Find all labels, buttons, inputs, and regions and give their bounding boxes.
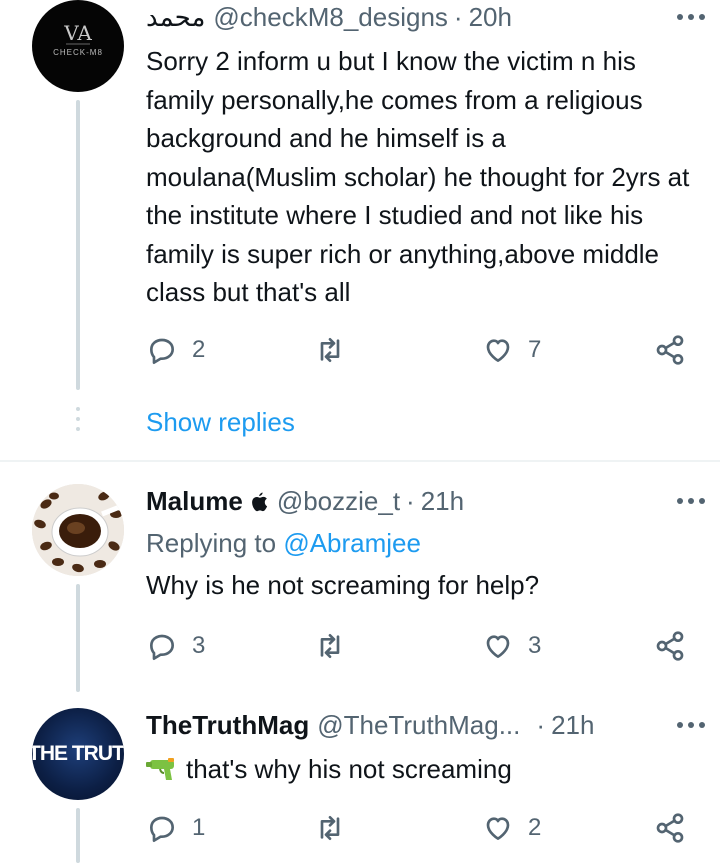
like-icon (486, 339, 510, 362)
share-icon (656, 335, 684, 365)
reply-count: 2 (192, 336, 206, 363)
reply-count: 3 (192, 632, 206, 659)
handle[interactable]: @TheTruthMag... (317, 710, 520, 741)
retweet-icon (320, 634, 340, 658)
tweet-2[interactable]: Malume @bozzie_t · 21h Replying to @Abra… (0, 484, 720, 694)
like-button[interactable]: 3 (482, 626, 541, 666)
tweet-body: that's why his not screaming (146, 750, 702, 789)
retweet-button[interactable] (314, 330, 360, 370)
reply-icon (150, 338, 174, 364)
retweet-icon (320, 816, 340, 840)
avatar[interactable] (32, 484, 124, 576)
tweet-text: Sorry 2 inform u but I know the victim n… (146, 46, 690, 307)
tweet-1[interactable]: VA CHECK-M8 محمد @checkM8_designs · 20h … (0, 0, 720, 460)
svg-text:VA: VA (63, 21, 92, 45)
water-gun-icon (146, 758, 174, 780)
retweet-button[interactable] (314, 808, 360, 848)
retweet-button[interactable] (314, 626, 360, 666)
handle[interactable]: @checkM8_designs (213, 2, 448, 33)
share-button[interactable] (654, 330, 686, 370)
like-icon (486, 817, 510, 840)
share-icon (656, 631, 684, 661)
like-count: 2 (528, 814, 542, 841)
timestamp[interactable]: 21h (551, 710, 594, 741)
timestamp[interactable]: 21h (421, 486, 464, 517)
avatar[interactable]: VA CHECK-M8 (32, 0, 124, 92)
share-icon (656, 813, 684, 843)
share-button[interactable] (654, 808, 686, 848)
separator: · (453, 1, 463, 32)
apple-icon (251, 492, 267, 512)
share-button[interactable] (654, 626, 686, 666)
more-icon[interactable] (676, 0, 706, 34)
timestamp[interactable]: 20h (469, 2, 512, 33)
like-count: 7 (528, 336, 542, 363)
separator: · (406, 485, 415, 516)
mention-link[interactable]: @Abramjee (283, 528, 421, 558)
like-button[interactable]: 7 (482, 330, 541, 370)
replying-to: Replying to @Abramjee (146, 528, 421, 559)
more-icon[interactable] (676, 484, 706, 518)
thread-dots (75, 407, 81, 437)
reply-button[interactable]: 3 (146, 626, 205, 666)
replying-label: Replying to (146, 528, 277, 558)
reply-icon (150, 634, 174, 660)
avatar[interactable]: THE TRUTH (32, 708, 124, 800)
reply-button[interactable]: 2 (146, 330, 205, 370)
retweet-icon (320, 338, 340, 362)
like-count: 3 (528, 632, 542, 659)
tweet-3[interactable]: THE TRUTH TheTruthMag @TheTruthMag... · … (0, 708, 720, 863)
handle[interactable]: @bozzie_t (277, 486, 400, 517)
display-name[interactable]: Malume (146, 486, 243, 517)
show-replies-link[interactable]: Show replies (146, 407, 295, 438)
tweet-text: that's why his not screaming (186, 754, 512, 784)
like-button[interactable]: 2 (482, 808, 541, 848)
reply-count: 1 (192, 814, 206, 841)
avatar-text: THE TRUTH (32, 742, 124, 765)
display-name[interactable]: محمد (146, 2, 205, 33)
more-icon[interactable] (676, 708, 706, 742)
display-name[interactable]: TheTruthMag (146, 710, 309, 741)
reply-icon (150, 816, 174, 842)
divider (0, 460, 720, 462)
reply-button[interactable]: 1 (146, 808, 205, 848)
avatar-text: CHECK-M8 (53, 48, 103, 57)
like-icon (486, 635, 510, 658)
tweet-text: Why is he not screaming for help? (146, 570, 540, 600)
separator: · (536, 709, 546, 740)
